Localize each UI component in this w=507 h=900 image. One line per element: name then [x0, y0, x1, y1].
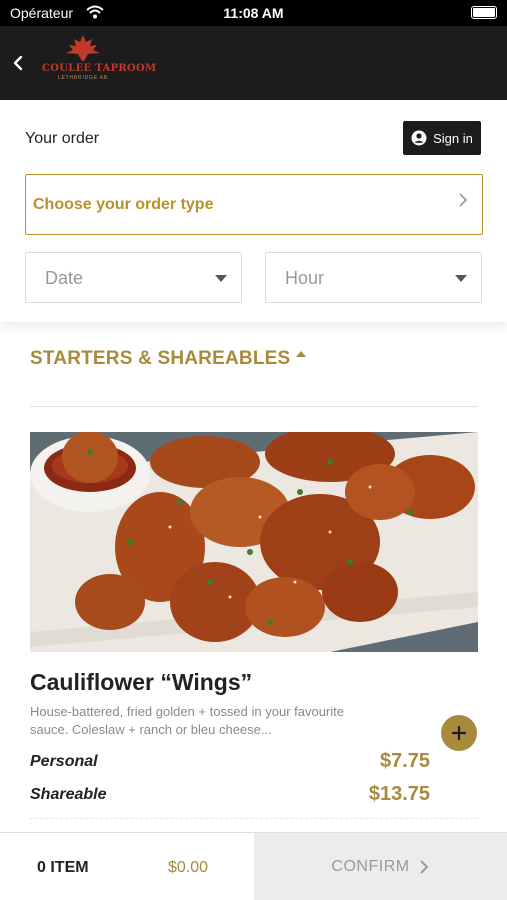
battery-icon: [471, 6, 497, 19]
logo-wordmark: COULEE TAPROOM: [42, 63, 157, 74]
section-title[interactable]: STARTERS & SHAREABLES: [30, 348, 290, 370]
price-value: $7.75: [379, 750, 430, 772]
caret-down-icon: [215, 275, 227, 282]
product-name[interactable]: Cauliflower “Wings”: [30, 669, 252, 696]
order-panel: Your order Sign in Choose your order typ…: [0, 100, 507, 322]
confirm-label: CONFIRM: [331, 858, 410, 875]
hour-placeholder: Hour: [285, 268, 325, 288]
brand-logo: COULEE TAPROOM LETHBRIDGE AB: [42, 34, 157, 92]
price-value: $13.75: [368, 783, 430, 805]
price-option-personal[interactable]: Personal $7.75: [30, 750, 430, 776]
product-image[interactable]: [30, 432, 478, 652]
chevron-right-icon: [458, 191, 468, 214]
clock: 11:08 AM: [223, 5, 284, 21]
chevron-left-icon: [13, 55, 23, 71]
order-type-selector[interactable]: Choose your order type: [25, 174, 483, 235]
back-button[interactable]: [6, 48, 30, 78]
caret-down-icon: [455, 275, 467, 282]
size-label: Personal: [30, 753, 98, 770]
cart-item-count: 0 ITEM: [37, 859, 89, 876]
add-to-cart-button[interactable]: [441, 715, 477, 751]
cart-total: $0.00: [168, 859, 209, 876]
order-title: Your order: [25, 130, 100, 147]
price-option-shareable[interactable]: Shareable $13.75: [30, 783, 430, 809]
order-type-label: Choose your order type: [33, 196, 214, 213]
cart-bar: 0 ITEM $0.00 CONFIRM: [0, 832, 507, 900]
cart-summary[interactable]: 0 ITEM $0.00: [0, 833, 254, 900]
user-icon: [411, 130, 427, 146]
section-divider: [30, 406, 478, 407]
product-description: House-battered, fried golden + tossed in…: [30, 704, 344, 737]
app-header: COULEE TAPROOM LETHBRIDGE AB: [0, 26, 507, 100]
date-select[interactable]: Date: [25, 252, 242, 303]
sign-in-label: Sign in: [433, 130, 473, 146]
logo-location: LETHBRIDGE AB: [57, 75, 109, 81]
maple-leaf-icon: [66, 35, 100, 61]
product-divider: [30, 818, 478, 819]
plus-icon: [451, 725, 467, 741]
caret-up-icon[interactable]: [296, 351, 306, 357]
date-placeholder: Date: [45, 268, 84, 288]
confirm-button[interactable]: CONFIRM: [254, 833, 507, 900]
sign-in-button[interactable]: Sign in: [403, 121, 481, 155]
hour-select[interactable]: Hour: [265, 252, 482, 303]
chevron-right-icon: [419, 860, 428, 874]
status-bar: Opérateur 11:08 AM: [0, 0, 507, 26]
size-label: Shareable: [30, 786, 107, 803]
